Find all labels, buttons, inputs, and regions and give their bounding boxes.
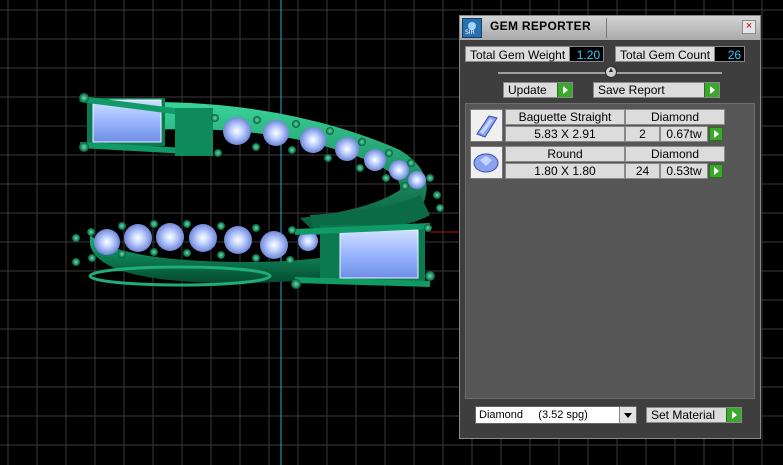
gem-count: 24 [625,163,660,179]
ring-model[interactable] [72,93,444,289]
play-arrow-icon [704,83,719,97]
material-select[interactable]: Diamond (3.52 spg) [475,406,637,424]
play-arrow-icon [557,83,572,97]
material-select-value: Diamond (3.52 spg) [479,409,588,421]
panel-titlebar[interactable]: SIR GEM REPORTER × [460,16,760,40]
update-button-label: Update [508,83,547,97]
gem-shape: Baguette Straight [505,109,625,125]
save-report-button[interactable]: Save Report [593,82,720,98]
total-gem-weight-label: Total Gem Weight [465,46,571,62]
gem-weight: 0.67tw [660,126,708,142]
set-material-button[interactable]: Set Material [646,407,742,423]
logo-text: SIR [465,29,475,36]
gem-size: 5.83 X 2.91 [505,126,625,142]
update-button[interactable]: Update [503,82,573,98]
panel-title: GEM REPORTER [490,19,591,33]
gem-list: Baguette Straight Diamond 5.83 X 2.91 2 … [465,103,755,399]
round-gem-icon [470,146,503,179]
total-gem-count: Total Gem Count 26 [615,46,746,62]
gem-row[interactable]: Round Diamond 1.80 X 1.80 24 0.53tw [470,146,725,179]
close-button[interactable]: × [742,20,756,34]
total-gem-count-label: Total Gem Count [615,46,716,62]
save-report-button-label: Save Report [598,83,665,97]
baguette-gem-icon [470,109,503,142]
gem-weight: 0.53tw [660,163,708,179]
gem-material: Diamond [625,146,725,162]
gem-row[interactable]: Baguette Straight Diamond 5.83 X 2.91 2 … [470,109,725,142]
total-gem-weight: Total Gem Weight 1.20 [465,46,605,62]
gem-reporter-logo-icon: SIR [462,18,482,38]
gem-reporter-panel: SIR GEM REPORTER × Total Gem Weight 1.20… [459,15,761,439]
gem-row-go-button[interactable] [709,164,723,178]
total-gem-count-value: 26 [715,46,746,62]
close-icon: × [745,20,753,32]
gem-count: 2 [625,126,660,142]
chevron-down-icon [619,407,636,423]
gem-material: Diamond [625,109,725,125]
titlebar-separator [606,18,607,38]
play-arrow-icon [726,408,741,422]
gem-row-go-button[interactable] [709,127,723,141]
total-gem-weight-value: 1.20 [570,46,605,62]
set-material-button-label: Set Material [651,408,716,422]
gem-shape: Round [505,146,625,162]
slider-handle[interactable] [605,66,617,78]
gem-size: 1.80 X 1.80 [505,163,625,179]
